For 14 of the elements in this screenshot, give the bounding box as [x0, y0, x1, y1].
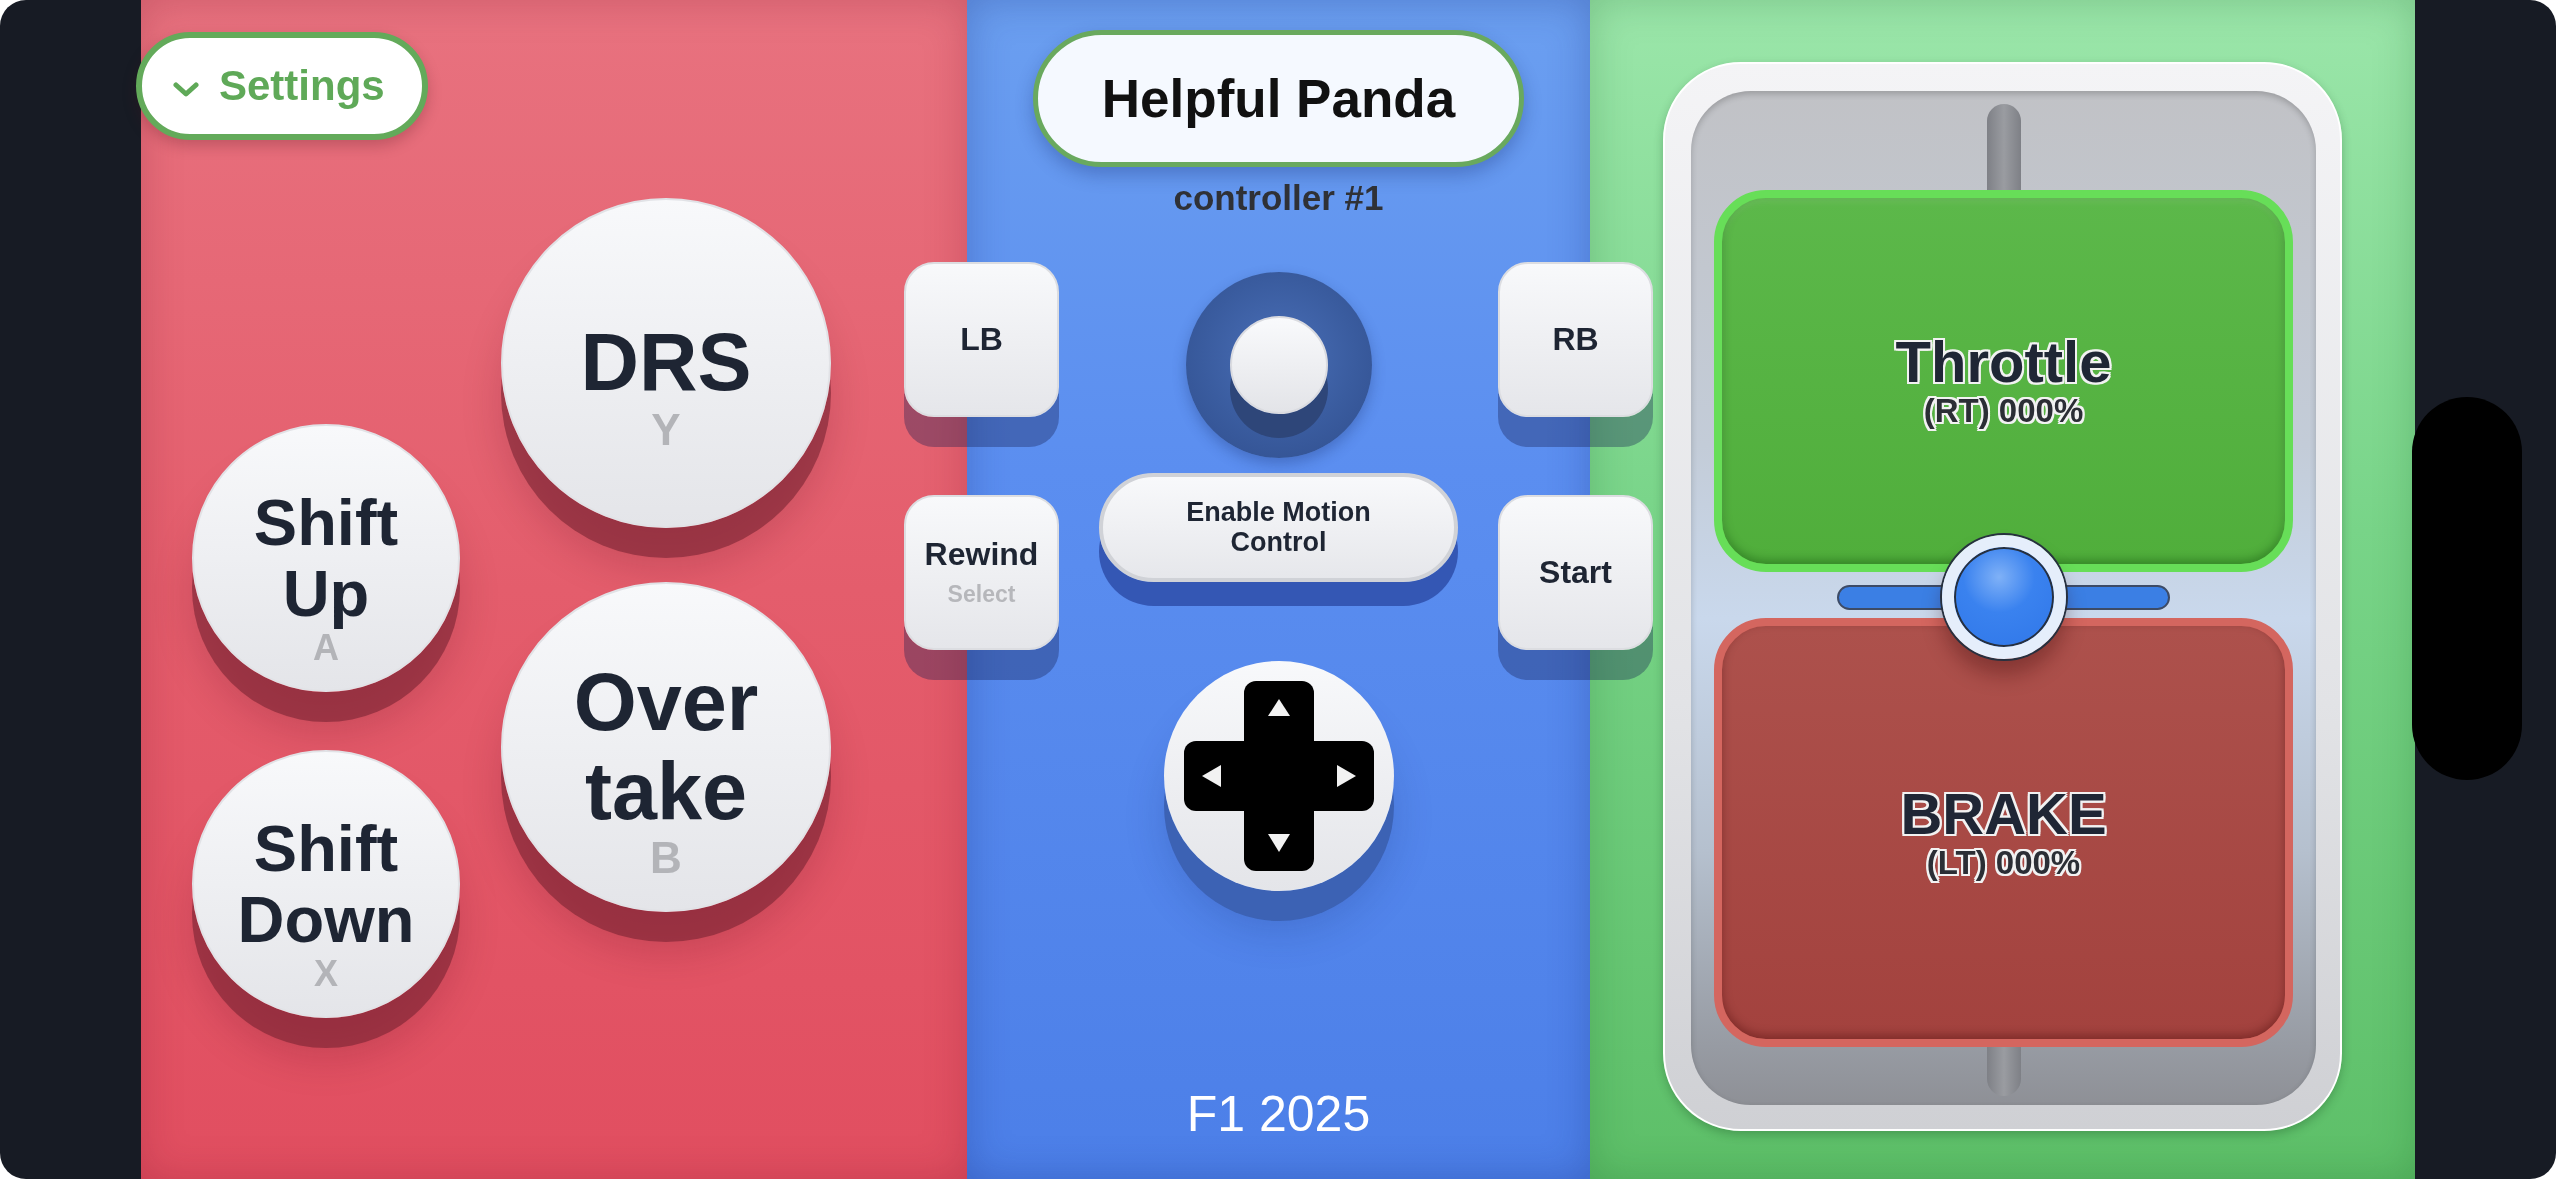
shoulder-button[interactable]: Start: [1498, 495, 1653, 650]
throttle-pad[interactable]: Throttle (RT) 000%: [1714, 190, 2293, 572]
groove-slot: [1986, 1047, 2021, 1096]
action-button[interactable]: DRS Y: [501, 198, 831, 528]
key-letter: Y: [651, 407, 681, 452]
trigger-reading: (LT) 000%: [1926, 844, 2081, 882]
controller-number: controller #1: [1173, 177, 1384, 219]
chevron-down-icon: [173, 82, 199, 98]
trigger-reading: (RT) 000%: [1923, 393, 2084, 430]
shoulder-button[interactable]: RB: [1498, 262, 1653, 417]
dpad-cross-icon: [1183, 681, 1374, 871]
game-title: F1 2025: [1186, 1085, 1371, 1143]
player-name: Helpful Panda: [1033, 30, 1524, 167]
shoulder-button[interactable]: LB: [904, 262, 1059, 417]
